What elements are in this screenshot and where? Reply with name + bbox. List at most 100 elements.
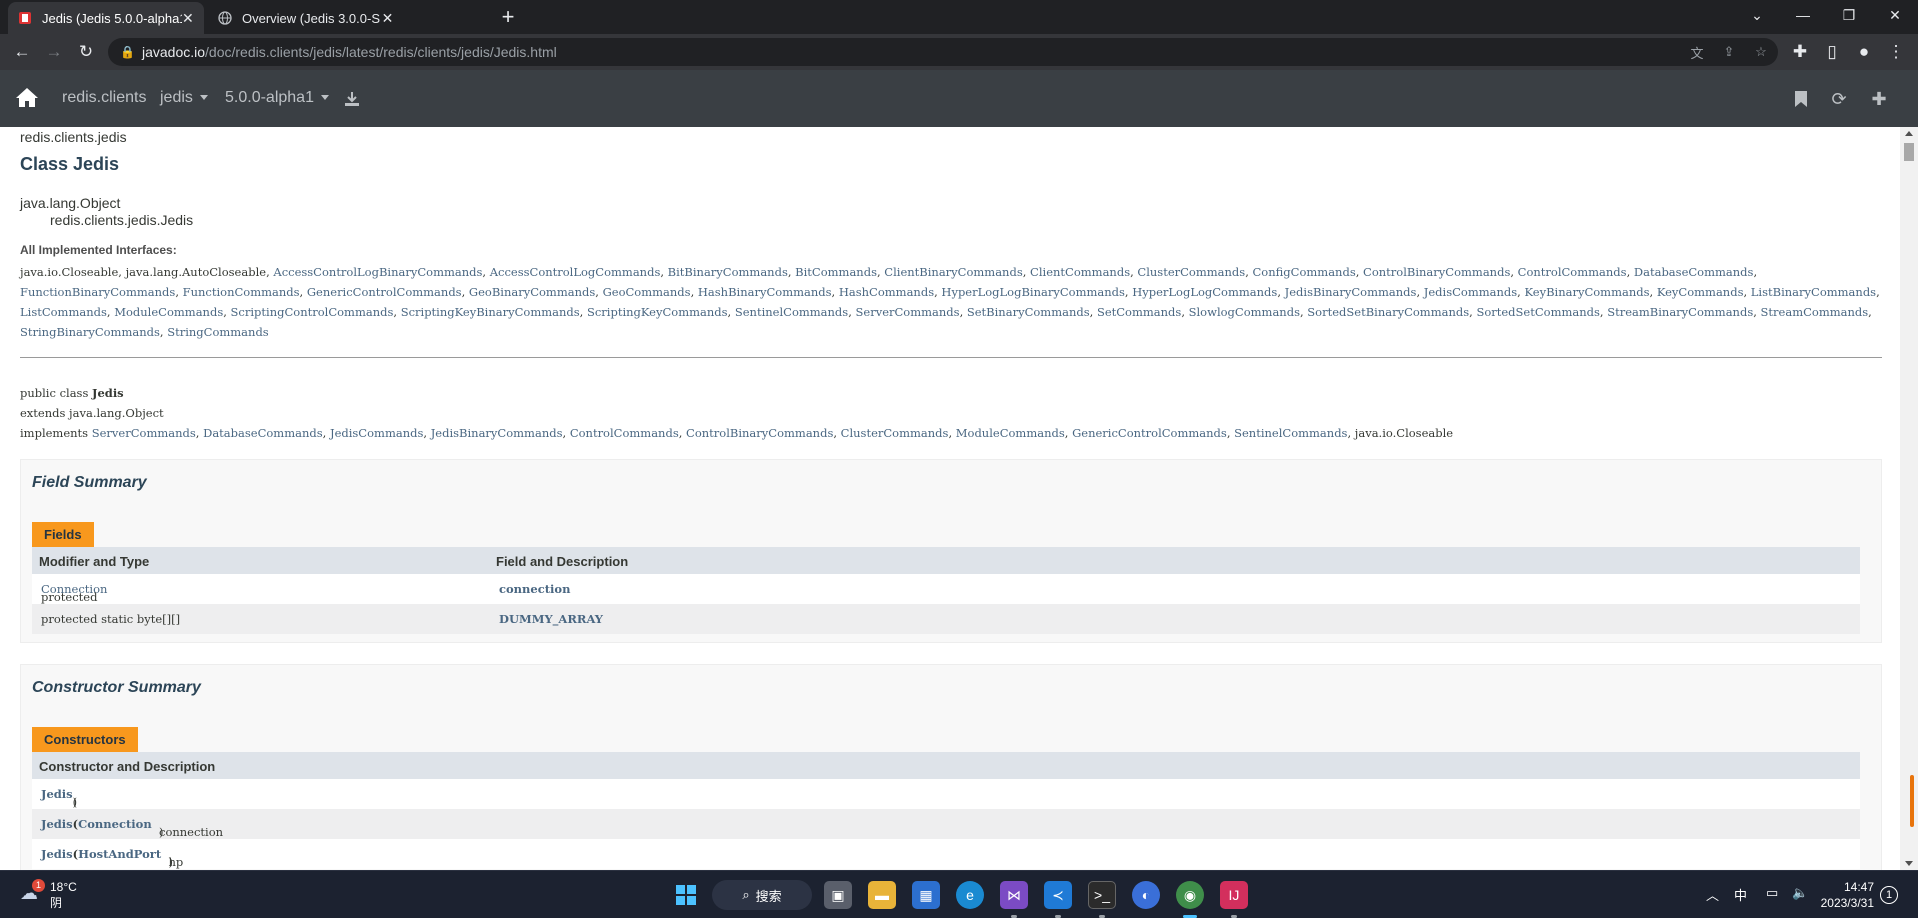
weather-widget[interactable]: ☁ 1 18°C 阴 [16, 879, 77, 911]
interface-link[interactable]: JedisCommands [1424, 285, 1517, 299]
interface-link[interactable]: GenericControlCommands [307, 285, 462, 299]
address-bar[interactable]: 🔒 javadoc.io/doc/redis.clients/jedis/lat… [108, 38, 1778, 66]
interface-link[interactable]: HyperLogLogCommands [1132, 285, 1277, 299]
interface-link[interactable]: ClusterCommands [1137, 265, 1245, 279]
interface-link[interactable]: ServerCommands [856, 305, 960, 319]
tab-close-icon[interactable]: ✕ [381, 10, 394, 27]
download-icon[interactable] [341, 88, 363, 110]
field-connection-link[interactable]: connection [499, 582, 570, 596]
plus-icon[interactable]: ✚ [1868, 88, 1890, 110]
system-clock[interactable]: 14:47 2023/3/31 [1818, 879, 1874, 911]
bookmark-icon[interactable] [1790, 88, 1812, 110]
interface-link[interactable]: StringCommands [167, 325, 269, 339]
tab-overview[interactable]: Overview (Jedis 3.0.0-SNAPSHOT ✕ [208, 2, 404, 34]
interface-link[interactable]: BitCommands [795, 265, 877, 279]
nav-version-dropdown[interactable]: 5.0.0-alpha1 [225, 89, 329, 107]
reload-icon[interactable]: ↻ [74, 40, 98, 64]
chrome-icon[interactable]: ◉ [1176, 881, 1204, 909]
new-tab-button[interactable]: + [496, 6, 520, 30]
constructor-link[interactable]: Jedis [41, 847, 73, 861]
edge-icon[interactable]: e [956, 881, 984, 909]
interface-link[interactable]: ConfigCommands [1253, 265, 1356, 279]
interface-link[interactable]: FunctionCommands [183, 285, 300, 299]
implements-link[interactable]: ControlBinaryCommands [686, 426, 833, 440]
scrollbar-thumb[interactable] [1904, 143, 1914, 161]
home-icon[interactable] [14, 86, 40, 110]
interface-link[interactable]: SortedSetBinaryCommands [1307, 305, 1469, 319]
feishu-icon[interactable]: ◐ [1132, 881, 1160, 909]
refresh-icon[interactable]: ⟳ [1828, 88, 1850, 110]
implements-link[interactable]: ServerCommands [92, 426, 196, 440]
interface-link[interactable]: JedisBinaryCommands [1285, 285, 1417, 299]
menu-kebab-icon[interactable]: ⋮ [1884, 40, 1908, 64]
interface-link[interactable]: ControlBinaryCommands [1363, 265, 1510, 279]
restore-icon[interactable]: ❐ [1826, 0, 1872, 30]
interface-link[interactable]: AccessControlLogBinaryCommands [273, 265, 482, 279]
taskbar-search[interactable]: ⌕ 搜索 [712, 880, 812, 910]
notification-badge[interactable]: 1 [1880, 886, 1898, 904]
implements-link[interactable]: JedisBinaryCommands [431, 426, 563, 440]
interface-link[interactable]: ListBinaryCommands [1751, 285, 1876, 299]
interface-link[interactable]: AccessControlLogCommands [490, 265, 661, 279]
close-window-icon[interactable]: ✕ [1872, 0, 1918, 30]
interface-link[interactable]: SlowlogCommands [1189, 305, 1300, 319]
interface-link[interactable]: ClientBinaryCommands [884, 265, 1022, 279]
interface-link[interactable]: SetBinaryCommands [967, 305, 1090, 319]
interface-link[interactable]: ScriptingKeyBinaryCommands [401, 305, 580, 319]
terminal-icon[interactable]: >_ [1088, 881, 1116, 909]
constructor-link[interactable]: Jedis [41, 787, 73, 801]
file-explorer-icon[interactable]: ▬ [868, 881, 896, 909]
scroll-down-icon[interactable] [1905, 861, 1913, 866]
profile-icon[interactable]: ● [1852, 40, 1876, 64]
interface-link[interactable]: ControlCommands [1518, 265, 1627, 279]
implements-link[interactable]: SentinelCommands [1234, 426, 1347, 440]
minimize-icon[interactable]: — [1780, 0, 1826, 30]
interface-link[interactable]: GeoCommands [603, 285, 691, 299]
share-icon[interactable]: ⇪ [1718, 41, 1740, 63]
implements-link[interactable]: ClusterCommands [841, 426, 949, 440]
extensions-icon[interactable]: ✚ [1788, 40, 1812, 64]
windows-start-icon[interactable] [672, 881, 700, 909]
interface-link[interactable]: SentinelCommands [735, 305, 848, 319]
interface-link[interactable]: KeyBinaryCommands [1524, 285, 1649, 299]
interface-link[interactable]: ModuleCommands [114, 305, 223, 319]
interface-link[interactable]: ScriptingKeyCommands [587, 305, 728, 319]
network-icon[interactable]: ▭ [1766, 885, 1778, 901]
interface-link[interactable]: StringBinaryCommands [20, 325, 160, 339]
side-panel-icon[interactable]: ▯ [1820, 40, 1844, 64]
interface-link[interactable]: GeoBinaryCommands [469, 285, 595, 299]
implements-link[interactable]: JedisCommands [330, 426, 423, 440]
volume-icon[interactable]: 🔈 [1792, 885, 1808, 901]
interface-link[interactable]: StreamCommands [1761, 305, 1869, 319]
intellij-icon[interactable]: IJ [1220, 881, 1248, 909]
implements-link[interactable]: GenericControlCommands [1072, 426, 1227, 440]
tab-search-chevron-icon[interactable]: ⌄ [1734, 0, 1780, 30]
tab-jedis-api[interactable]: Jedis (Jedis 5.0.0-alpha1 API) ✕ [8, 2, 204, 34]
implements-link[interactable]: DatabaseCommands [203, 426, 323, 440]
implements-link[interactable]: ControlCommands [570, 426, 679, 440]
back-arrow-icon[interactable]: ← [10, 40, 34, 64]
interface-link[interactable]: DatabaseCommands [1634, 265, 1754, 279]
interface-link[interactable]: FunctionBinaryCommands [20, 285, 175, 299]
interface-link[interactable]: ClientCommands [1030, 265, 1130, 279]
visual-studio-icon[interactable]: ⋈ [1000, 881, 1028, 909]
interface-link[interactable]: HashCommands [839, 285, 934, 299]
forward-arrow-icon[interactable]: → [42, 40, 66, 64]
field-dummy-array-link[interactable]: DUMMY_ARRAY [499, 612, 603, 626]
interface-link[interactable]: ListCommands [20, 305, 107, 319]
param-type-link[interactable]: Connection [78, 817, 152, 831]
interface-link[interactable]: SetCommands [1097, 305, 1181, 319]
implements-link[interactable]: ModuleCommands [956, 426, 1065, 440]
nav-artifact-dropdown[interactable]: jedis [160, 89, 208, 107]
interface-link[interactable]: HyperLogLogBinaryCommands [941, 285, 1124, 299]
tab-close-icon[interactable]: ✕ [182, 10, 194, 27]
nav-group-link[interactable]: redis.clients [62, 89, 146, 107]
interface-link[interactable]: SortedSetCommands [1476, 305, 1599, 319]
constructor-link[interactable]: Jedis [41, 817, 73, 831]
param-type-link[interactable]: HostAndPort [78, 847, 161, 861]
interface-link[interactable]: KeyCommands [1657, 285, 1744, 299]
scroll-up-icon[interactable] [1905, 131, 1913, 136]
page-scrollbar[interactable] [1900, 127, 1918, 870]
translate-icon[interactable]: 文 [1686, 41, 1708, 63]
interface-link[interactable]: StreamBinaryCommands [1607, 305, 1753, 319]
